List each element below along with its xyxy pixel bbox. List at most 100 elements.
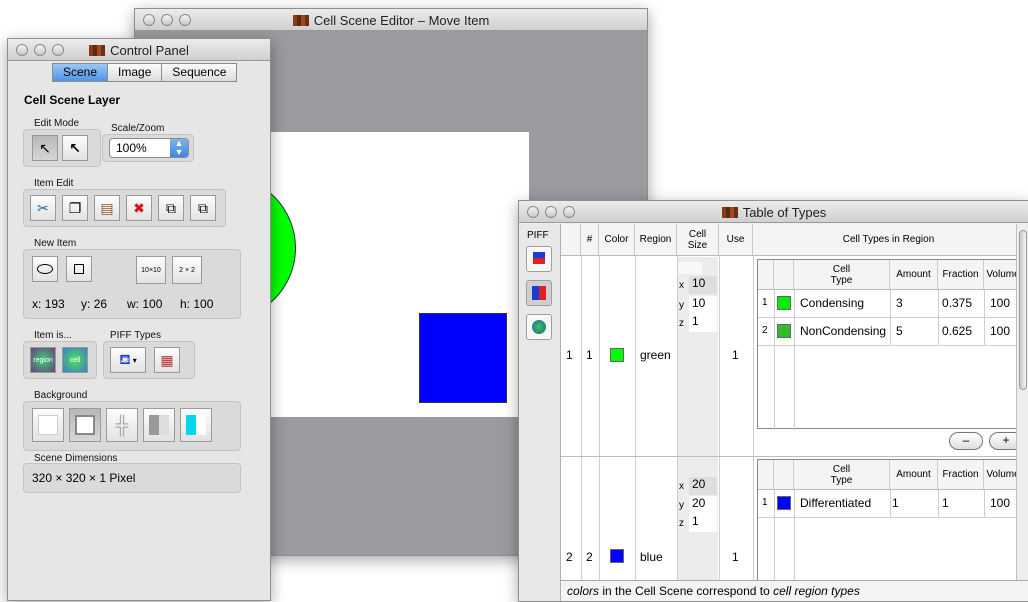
- scale-zoom-select[interactable]: 100% ▲ ▼: [109, 138, 189, 158]
- status-bar: colors in the Cell Scene correspond to c…: [561, 580, 1028, 601]
- background-label: Background: [34, 390, 88, 401]
- region-use[interactable]: 1: [732, 550, 739, 564]
- types-title: Table of Types: [742, 205, 827, 220]
- sub-cell-type-header[interactable]: Cell Type: [794, 260, 890, 290]
- cell-size-y[interactable]: 20: [689, 496, 717, 514]
- sub-amount-header[interactable]: Amount: [890, 260, 938, 290]
- new-10x10-button[interactable]: 10×10: [136, 256, 166, 284]
- cell-label: cell: [69, 356, 81, 364]
- cell-size-x[interactable]: 20: [689, 477, 717, 495]
- new-item-group: 10×10 2 × 2 x: 193 y: 26 w: 100 h: 100: [23, 249, 241, 319]
- region-label: region: [33, 356, 53, 364]
- col-cell-size-header[interactable]: Cell Size: [677, 224, 719, 256]
- cut-button[interactable]: ✂: [30, 195, 56, 221]
- send-back-button[interactable]: ⧉: [190, 195, 216, 221]
- app-icon: [721, 207, 738, 218]
- col-region-header[interactable]: Region: [635, 224, 677, 256]
- move-arrow-icon: ↖: [69, 139, 81, 156]
- sub-amount-header[interactable]: Amount: [890, 460, 938, 490]
- bg-grid-button[interactable]: ╬: [106, 408, 138, 442]
- tab-scene[interactable]: Scene: [52, 63, 109, 82]
- region-toggle[interactable]: region: [30, 347, 56, 373]
- table-row[interactable]: 1 Condensing 3 0.375 100: [758, 290, 1020, 318]
- blue-region-rectangle[interactable]: [419, 313, 507, 403]
- table-row[interactable]: 1 Differentiated 1 1 100: [758, 490, 1020, 518]
- scene-dimensions-value: 320 × 320 × 1 Pixel: [32, 471, 136, 485]
- edit-mode-group: ↖ ↖: [23, 129, 101, 167]
- col-cell-types-header[interactable]: Cell Types in Region: [753, 224, 1024, 256]
- move-arrow-button[interactable]: ↖: [62, 135, 88, 161]
- select-stepper-icon: ▲ ▼: [170, 139, 188, 157]
- cell-toggle[interactable]: cell: [62, 347, 88, 373]
- region-color-swatch[interactable]: [610, 348, 624, 362]
- types-titlebar[interactable]: Table of Types: [519, 201, 1028, 223]
- cell-size-z[interactable]: 1: [689, 514, 717, 532]
- paint-bucket-button[interactable]: ⛾ ▾: [110, 347, 146, 373]
- new-2x2-button[interactable]: 2 × 2: [172, 256, 202, 284]
- ellipse-icon: [37, 264, 53, 274]
- select-arrow-button[interactable]: ↖: [32, 135, 58, 161]
- grid-background-icon: ╬: [115, 414, 129, 435]
- bring-front-button[interactable]: ⧉: [158, 195, 184, 221]
- editor-titlebar[interactable]: Cell Scene Editor – Move Item: [135, 9, 647, 31]
- size-2x2-label: 2 × 2: [179, 266, 195, 274]
- remove-type-button[interactable]: –: [949, 432, 983, 450]
- region-name[interactable]: green: [640, 348, 671, 362]
- row-index: 2: [566, 550, 573, 564]
- piff-label: PIFF: [527, 230, 549, 241]
- new-rectangle-button[interactable]: [66, 256, 92, 282]
- control-panel-titlebar[interactable]: Control Panel: [8, 39, 270, 61]
- copy-button[interactable]: ❐: [62, 195, 88, 221]
- new-ellipse-button[interactable]: [32, 256, 58, 282]
- type-color-swatch: [777, 296, 791, 310]
- item-is-label: Item is...: [34, 330, 72, 341]
- scrollbar-thumb[interactable]: [1019, 230, 1027, 390]
- bring-front-icon: ⧉: [166, 199, 176, 216]
- tab-sequence[interactable]: Sequence: [162, 63, 238, 82]
- piff-sidebar: PIFF: [519, 224, 561, 601]
- tab-image[interactable]: Image: [108, 63, 163, 82]
- sub-cell-type-header[interactable]: Cell Type: [794, 460, 890, 490]
- edit-mode-label: Edit Mode: [34, 118, 80, 129]
- grid-large-icon: [532, 286, 546, 300]
- scissors-icon: ✂: [37, 199, 49, 216]
- scale-zoom-value: 100%: [116, 141, 147, 155]
- col-num-header[interactable]: #: [581, 224, 599, 256]
- piff-grid-large-button[interactable]: [526, 280, 552, 306]
- cell-size-x[interactable]: 10: [689, 276, 717, 294]
- types-table: # Color Region Cell Size Use Cell Types …: [561, 224, 1024, 583]
- delete-button[interactable]: ✖: [126, 195, 152, 221]
- region-name[interactable]: blue: [640, 550, 663, 564]
- piff-table-button[interactable]: ▦: [154, 347, 180, 373]
- paste-button[interactable]: ▤: [94, 195, 120, 221]
- piff-globe-button[interactable]: [526, 314, 552, 340]
- col-use-header[interactable]: Use: [719, 224, 753, 256]
- new-item-label: New Item: [34, 238, 77, 249]
- cell-size-z[interactable]: 1: [689, 314, 717, 332]
- copy-icon: ❐: [68, 199, 82, 216]
- region-color-swatch[interactable]: [610, 549, 624, 563]
- table-row[interactable]: 2 NonCondensing 5 0.625 100: [758, 318, 1020, 346]
- region-number: 1: [586, 348, 593, 362]
- vertical-scrollbar[interactable]: [1016, 224, 1028, 580]
- coord-x: x: 193: [32, 297, 65, 311]
- region-use[interactable]: 1: [732, 348, 739, 362]
- rectangle-icon: [74, 264, 84, 274]
- plain-background-icon: [38, 415, 58, 435]
- type-color-swatch: [777, 324, 791, 338]
- editor-title: Cell Scene Editor – Move Item: [313, 13, 490, 28]
- send-back-icon: ⧉: [198, 199, 208, 216]
- col-color-header[interactable]: Color: [599, 224, 635, 256]
- piff-grid-small-button[interactable]: [526, 246, 552, 272]
- bg-plain-button[interactable]: [32, 408, 64, 442]
- bg-cyan-checker-button[interactable]: [180, 408, 212, 442]
- cell-size-y[interactable]: 10: [689, 296, 717, 314]
- delete-x-icon: ✖: [133, 199, 145, 216]
- bg-checker-button[interactable]: [143, 408, 175, 442]
- bg-framed-button[interactable]: [69, 408, 101, 442]
- table-icon: ▦: [160, 351, 174, 368]
- sub-fraction-header[interactable]: Fraction: [938, 260, 984, 290]
- grid-small-icon: [533, 252, 545, 264]
- coord-h: h: 100: [180, 297, 214, 311]
- sub-fraction-header[interactable]: Fraction: [938, 460, 984, 490]
